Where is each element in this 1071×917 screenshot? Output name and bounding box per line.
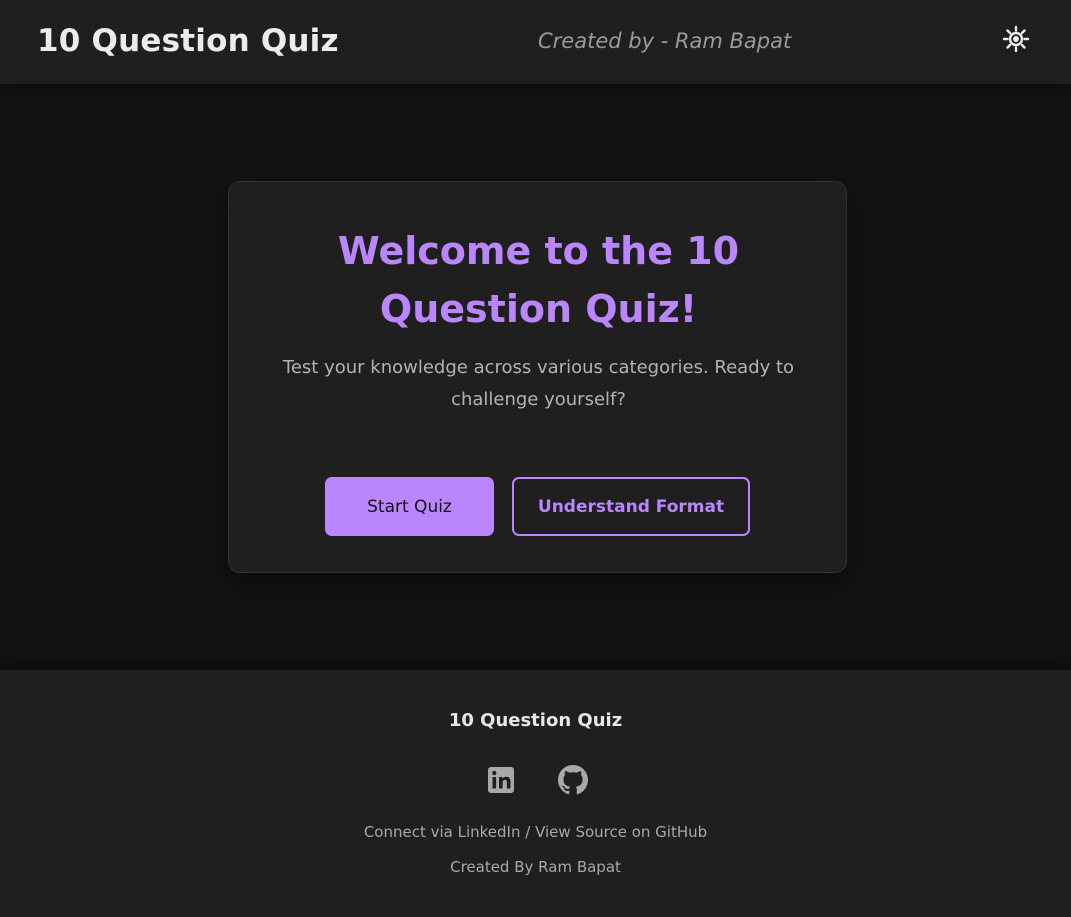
linkedin-icon[interactable]	[485, 764, 517, 796]
theme-toggle-button[interactable]	[1001, 25, 1031, 55]
welcome-card: Welcome to the 10 Question Quiz! Test yo…	[228, 181, 847, 573]
understand-format-button[interactable]: Understand Format	[512, 477, 750, 536]
welcome-description: Test your knowledge across various categ…	[282, 357, 795, 410]
app-title: 10 Question Quiz	[37, 23, 339, 59]
start-quiz-button[interactable]: Start Quiz	[325, 477, 494, 536]
welcome-title: Welcome to the 10 Question Quiz!	[337, 229, 740, 331]
footer-credit: Created By Ram Bapat	[450, 858, 621, 876]
link-separator: /	[520, 823, 536, 841]
github-icon[interactable]	[557, 764, 589, 796]
footer-title: 10 Question Quiz	[448, 710, 623, 731]
main-content: Welcome to the 10 Question Quiz! Test yo…	[0, 84, 1071, 670]
sun-icon	[1002, 25, 1030, 56]
footer-links: Connect via LinkedIn / View Source on Gi…	[0, 823, 1071, 841]
github-link[interactable]: View Source on GitHub	[535, 823, 707, 841]
app-header: 10 Question Quiz Created by - Ram Bapat	[0, 0, 1071, 84]
linkedin-link[interactable]: Connect via LinkedIn	[364, 823, 521, 841]
creator-credit: Created by - Ram Bapat	[538, 29, 792, 53]
app-footer: 10 Question Quiz Connect via LinkedIn / …	[0, 670, 1071, 917]
